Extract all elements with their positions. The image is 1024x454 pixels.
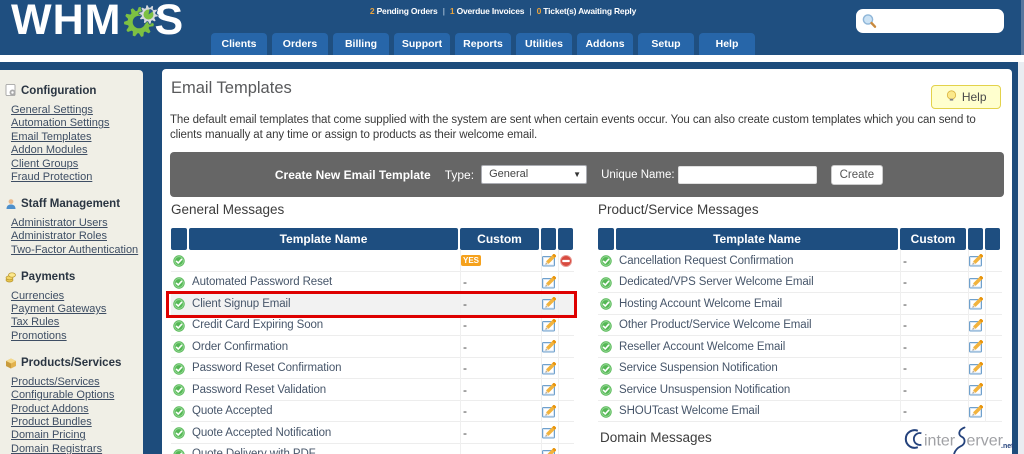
svg-text:.net: .net bbox=[1001, 443, 1014, 450]
svg-text:erver: erver bbox=[967, 433, 1004, 450]
svg-text:inter: inter bbox=[924, 433, 956, 450]
